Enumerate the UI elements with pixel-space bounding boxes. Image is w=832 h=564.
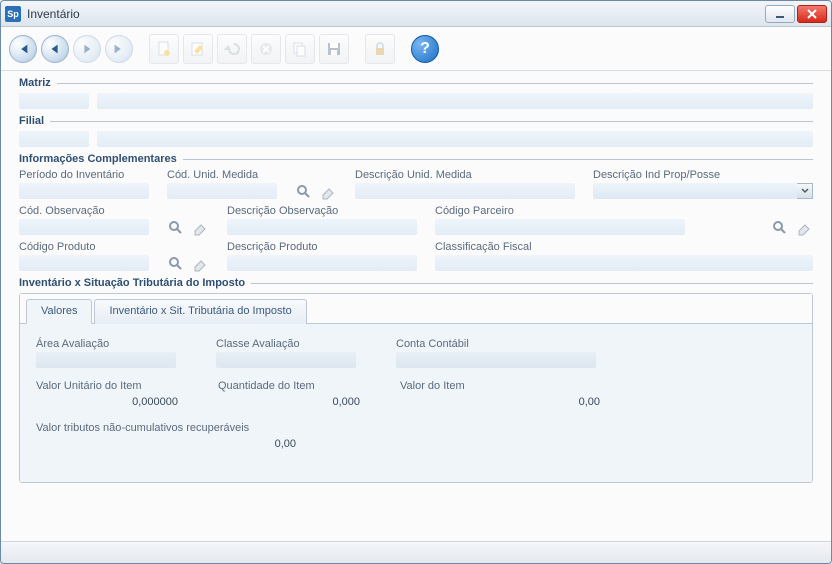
minimize-button[interactable] xyxy=(765,5,795,23)
valor-unitario-value[interactable] xyxy=(36,394,178,410)
nav-prev-button[interactable] xyxy=(41,35,69,63)
periodo-label: Período do Inventário xyxy=(19,169,149,181)
section-situacao: Inventário x Situação Tributária do Impo… xyxy=(19,277,813,483)
desc-produto-label: Descrição Produto xyxy=(227,241,417,253)
app-icon: Sp xyxy=(5,6,21,22)
desc-produto-field xyxy=(227,255,417,271)
desc-obs-field xyxy=(227,219,417,235)
matriz-desc-field xyxy=(97,93,813,109)
toolbar: ? xyxy=(1,27,831,71)
help-button[interactable]: ? xyxy=(411,35,439,63)
cod-obs-label: Cód. Observação xyxy=(19,205,149,217)
desc-unid-field xyxy=(355,183,575,199)
nav-next-button[interactable] xyxy=(73,35,101,63)
periodo-field[interactable] xyxy=(19,183,149,199)
cod-unid-label: Cód. Unid. Medida xyxy=(167,169,277,181)
save-button[interactable] xyxy=(319,34,349,64)
valor-tributos-label: Valor tributos não-cumulativos recuperáv… xyxy=(36,422,296,434)
section-complementares: Informações Complementares Período do In… xyxy=(19,153,813,271)
eraser-icon[interactable] xyxy=(319,183,337,201)
class-fiscal-label: Classificação Fiscal xyxy=(435,241,813,253)
undo-button[interactable] xyxy=(217,34,247,64)
desc-ind-label: Descrição Ind Prop/Posse xyxy=(593,169,813,181)
quantidade-label: Quantidade do Item xyxy=(218,380,360,392)
copy-button[interactable] xyxy=(285,34,315,64)
tab-body-valores: Área Avaliação Classe Avaliação Conta Co… xyxy=(20,324,812,482)
cod-obs-field[interactable] xyxy=(19,219,149,235)
statusbar xyxy=(1,541,831,563)
desc-unid-label: Descrição Unid. Medida xyxy=(355,169,575,181)
filial-code-field xyxy=(19,131,89,147)
section-matriz: Matriz xyxy=(19,77,813,109)
valor-tributos-value[interactable] xyxy=(36,436,296,452)
eraser-icon[interactable] xyxy=(191,255,209,273)
cod-produto-field[interactable] xyxy=(19,255,149,271)
search-icon[interactable] xyxy=(295,183,313,201)
cod-produto-label: Código Produto xyxy=(19,241,149,253)
valor-item-value[interactable] xyxy=(400,394,600,410)
app-window: Sp Inventário ? Matriz xyxy=(0,0,832,564)
tabs-container: Valores Inventário x Sit. Tributária do … xyxy=(19,293,813,483)
new-button[interactable] xyxy=(149,34,179,64)
class-fiscal-field xyxy=(435,255,813,271)
eraser-icon[interactable] xyxy=(191,219,209,237)
area-avaliacao-label: Área Avaliação xyxy=(36,338,176,350)
search-icon[interactable] xyxy=(167,219,185,237)
matriz-legend: Matriz xyxy=(19,77,51,89)
close-button[interactable] xyxy=(797,5,827,23)
conta-contabil-field xyxy=(396,352,596,368)
complementares-legend: Informações Complementares xyxy=(19,153,177,165)
section-filial: Filial xyxy=(19,115,813,147)
cod-parceiro-field[interactable] xyxy=(435,219,685,235)
lock-button[interactable] xyxy=(365,34,395,64)
filial-desc-field xyxy=(97,131,813,147)
tab-valores[interactable]: Valores xyxy=(26,299,92,324)
titlebar: Sp Inventário xyxy=(1,1,831,27)
eraser-icon[interactable] xyxy=(795,219,813,237)
search-icon[interactable] xyxy=(771,219,789,237)
nav-last-button[interactable] xyxy=(105,35,133,63)
nav-first-button[interactable] xyxy=(9,35,37,63)
classe-avaliacao-field xyxy=(216,352,356,368)
cod-parceiro-label: Código Parceiro xyxy=(435,205,685,217)
valor-item-label: Valor do Item xyxy=(400,380,600,392)
edit-button[interactable] xyxy=(183,34,213,64)
area-avaliacao-field xyxy=(36,352,176,368)
desc-obs-label: Descrição Observação xyxy=(227,205,417,217)
filial-legend: Filial xyxy=(19,115,44,127)
cod-unid-field[interactable] xyxy=(167,183,277,199)
search-icon[interactable] xyxy=(167,255,185,273)
window-title: Inventário xyxy=(27,7,765,21)
classe-avaliacao-label: Classe Avaliação xyxy=(216,338,356,350)
desc-ind-combo[interactable] xyxy=(593,183,797,199)
tab-situacao-tributaria[interactable]: Inventário x Sit. Tributária do Imposto xyxy=(94,299,306,324)
matriz-code-field xyxy=(19,93,89,109)
chevron-down-icon[interactable] xyxy=(797,183,813,199)
situacao-legend: Inventário x Situação Tributária do Impo… xyxy=(19,277,245,289)
conta-contabil-label: Conta Contábil xyxy=(396,338,596,350)
delete-button[interactable] xyxy=(251,34,281,64)
valor-unitario-label: Valor Unitário do Item xyxy=(36,380,178,392)
content-area: Matriz Filial Informações Complementares… xyxy=(1,71,831,541)
quantidade-value[interactable] xyxy=(218,394,360,410)
